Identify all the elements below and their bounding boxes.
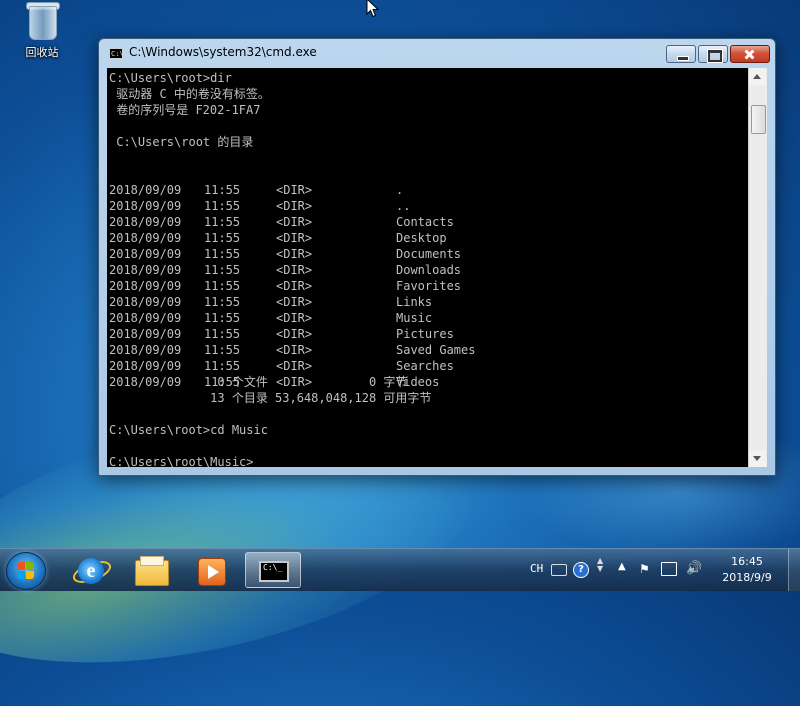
dir-entry: 2018/09/09 11:55 <DIR> Desktop: [109, 231, 447, 245]
desktop-icon-recycle-bin[interactable]: 回收站: [14, 0, 70, 60]
taskbar-internet-explorer[interactable]: e: [62, 552, 118, 588]
scroll-thumb[interactable]: [751, 105, 766, 134]
help-icon[interactable]: ?: [573, 562, 589, 578]
clock-date: 2018/9/9: [722, 571, 772, 584]
desktop-icon-label: 回收站: [25, 46, 59, 59]
dir-entry: 2018/09/09 11:55 <DIR> Music: [109, 311, 433, 325]
close-button[interactable]: [730, 45, 770, 63]
clock-time: 16:45: [731, 555, 763, 568]
taskbar-media-player[interactable]: [183, 552, 239, 588]
dir-entry: 2018/09/09 11:55 <DIR> Videos: [109, 375, 440, 389]
folder-icon: [135, 556, 169, 586]
dir-entry: 2018/09/09 11:55 <DIR> Pictures: [109, 327, 454, 341]
show-hidden-icons-button[interactable]: ▲: [618, 561, 626, 603]
console-line-volume-label: 驱动器 C 中的卷没有标签。: [109, 87, 270, 101]
dir-entry: 2018/09/09 11:55 <DIR> Contacts: [109, 215, 454, 229]
start-button[interactable]: [6, 552, 46, 590]
vertical-scrollbar[interactable]: [748, 68, 767, 467]
dir-entry: 2018/09/09 11:55 <DIR> Links: [109, 295, 433, 309]
language-indicator[interactable]: CH: [530, 562, 543, 604]
taskbar: e C:\_ CH ? ▲ ▼ ▲ ⚑ 🔊 16:45 2018/9/9: [0, 548, 800, 591]
ie-icon: e: [78, 558, 104, 584]
cmd-app-icon[interactable]: C:\: [109, 48, 124, 59]
maximize-button[interactable]: [698, 45, 728, 63]
dir-entry: 2018/09/09 11:55 <DIR>..: [109, 199, 411, 213]
recycle-bin-icon: [25, 0, 60, 40]
console-line-dir-summary: 13 个目录 53,648,048,128 可用字节: [109, 391, 432, 405]
system-clock[interactable]: 16:45 2018/9/9: [714, 554, 780, 586]
ime-options-icon[interactable]: ▲ ▼: [597, 557, 603, 599]
dir-entry: 2018/09/09 11:55 <DIR> Documents: [109, 247, 462, 261]
windows-logo-icon: [17, 562, 35, 580]
scroll-up-button[interactable]: [749, 68, 766, 85]
console-line-cd-command: C:\Users\root>cd Music: [109, 423, 268, 437]
taskbar-windows-explorer[interactable]: [123, 552, 179, 588]
console-line-volume-serial: 卷的序列号是 F202-1FA7: [109, 103, 261, 117]
dir-entry: 2018/09/09 11:55 <DIR> Saved Games: [109, 343, 476, 357]
dir-entry: 2018/09/09 11:55 <DIR> Downloads: [109, 263, 462, 277]
network-icon[interactable]: [661, 562, 677, 576]
media-player-icon: [198, 558, 226, 586]
volume-icon[interactable]: 🔊: [686, 561, 702, 603]
keyboard-icon[interactable]: [551, 564, 567, 576]
show-desktop-button[interactable]: [788, 549, 800, 591]
dir-entry: 2018/09/09 11:55 <DIR> Favorites: [109, 279, 462, 293]
console-line-file-summary: 0 个文件 0 字节: [109, 375, 408, 389]
dir-entry: 2018/09/09 11:55 <DIR>.: [109, 183, 404, 197]
console-output[interactable]: C:\Users\root>dir 驱动器 C 中的卷没有标签。 卷的序列号是 …: [107, 68, 748, 467]
console-line-directory-of: C:\Users\root 的目录: [109, 135, 254, 149]
window-title: C:\Windows\system32\cmd.exe: [129, 45, 317, 59]
scroll-down-button[interactable]: [749, 450, 766, 467]
action-center-flag-icon[interactable]: ⚑: [639, 562, 650, 604]
console-line-command: C:\Users\root>dir: [109, 71, 232, 85]
cmd-window[interactable]: C:\ C:\Windows\system32\cmd.exe C:\Users…: [98, 38, 776, 476]
cmd-icon: C:\_: [259, 561, 289, 582]
taskbar-command-prompt[interactable]: C:\_: [245, 552, 301, 588]
console-current-prompt[interactable]: C:\Users\root\Music>: [109, 454, 254, 467]
minimize-button[interactable]: [666, 45, 696, 63]
mouse-cursor-icon: [366, 0, 380, 18]
window-titlebar[interactable]: C:\ C:\Windows\system32\cmd.exe: [99, 39, 775, 67]
dir-entry: 2018/09/09 11:55 <DIR> Searches: [109, 359, 454, 373]
